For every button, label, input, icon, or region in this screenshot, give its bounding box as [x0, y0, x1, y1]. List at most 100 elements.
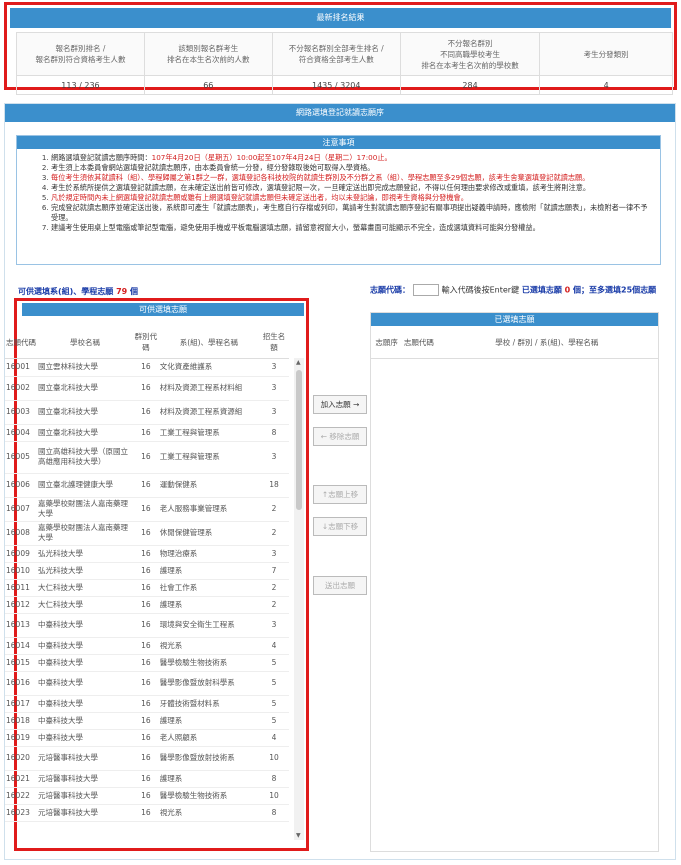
available-row[interactable]: 16012 大仁科技大學 16 護理系 2	[5, 596, 289, 614]
ranking-header-cell: 考生分發類別	[539, 32, 673, 76]
available-cell: 元培醫事科技大學	[37, 746, 134, 771]
available-cell: 5	[259, 671, 289, 696]
ranking-value-cell: 1435 / 3204	[271, 75, 401, 95]
available-cell: 大仁科技大學	[37, 596, 134, 614]
available-cell: 8	[259, 804, 289, 822]
available-cell: 7	[259, 562, 289, 580]
available-cell: 醫學檢驗生物技術系	[158, 654, 260, 672]
move-down-button[interactable]: ↓志願下移	[313, 517, 367, 536]
add-volunteer-button[interactable]: 加入志願 →	[313, 395, 367, 414]
list-scrollbar[interactable]: ▲ ▼	[294, 358, 304, 840]
notice-item: 考生於系統所提供之選填登記就讀志願，在未確定送出前皆可修改，選填登記限一次，一旦…	[51, 183, 654, 193]
available-cell: 嘉藥學校財團法人嘉南藥理大學	[37, 497, 134, 522]
available-row[interactable]: 16005 國立高雄科技大學（原國立高雄應用科技大學） 16 工業工程與管理系 3	[5, 441, 289, 474]
ranking-header-line: 不分報名群別	[447, 38, 493, 48]
available-cell: 中臺科技大學	[37, 712, 134, 730]
available-cell: 2	[259, 521, 289, 546]
available-cell: 16010	[5, 562, 38, 580]
available-cell: 16017	[5, 695, 38, 713]
scroll-down-icon[interactable]: ▼	[296, 832, 301, 839]
ranking-value-cell: 284	[399, 75, 541, 95]
available-cell: 3	[259, 358, 289, 377]
available-cell: 環境與安全衛生工程系	[158, 613, 260, 638]
available-cell: 老人服務事業管理系	[158, 497, 260, 522]
available-header-cell: 系(組)、學程名稱	[158, 326, 260, 359]
available-cell: 16	[133, 545, 159, 563]
scroll-up-icon[interactable]: ▲	[296, 359, 301, 366]
notice-highlight: 107年4月20日（星期五）10:00起至107年4月24日（星期二）17:00…	[151, 153, 392, 162]
available-row[interactable]: 16021 元培醫事科技大學 16 護理系 8	[5, 770, 289, 788]
available-cell: 16	[133, 729, 159, 747]
available-row[interactable]: 16004 國立臺北科技大學 16 工業工程與管理系 8	[5, 424, 289, 442]
available-cell: 5	[259, 695, 289, 713]
available-cell: 醫學影像暨放射技術系	[158, 746, 260, 771]
available-row[interactable]: 16003 國立臺北科技大學 16 材料及資源工程系資源組 3	[5, 400, 289, 425]
available-cell: 牙體技術暨材料系	[158, 695, 260, 713]
available-cell: 護理系	[158, 770, 260, 788]
available-row[interactable]: 16014 中臺科技大學 16 視光系 4	[5, 637, 289, 655]
available-cell: 16	[133, 376, 159, 401]
ranking-header-line: 排名在本生名次前的人數	[167, 55, 250, 64]
available-cell: 3	[259, 545, 289, 563]
available-cell: 16022	[5, 787, 38, 805]
available-cell: 國立雲林科技大學	[37, 358, 134, 377]
available-cell: 老人照顧系	[158, 729, 260, 747]
available-row[interactable]: 16006 國立臺北護理健康大學 16 運動保健系 18	[5, 473, 289, 498]
available-row[interactable]: 16011 大仁科技大學 16 社會工作系 2	[5, 579, 289, 597]
notice-item: 完成登記就讀志願序並確定送出後，系統即可產生「就讀志願表」，考生應自行存檔或列印…	[51, 203, 654, 223]
available-cell: 16	[133, 400, 159, 425]
available-cell: 16	[133, 358, 159, 377]
available-row[interactable]: 16002 國立臺北科技大學 16 材料及資源工程系材料組 3	[5, 376, 289, 401]
available-cell: 元培醫事科技大學	[37, 787, 134, 805]
available-cell: 大仁科技大學	[37, 579, 134, 597]
selected-suffix: 個；至多選填25個志願	[573, 285, 657, 295]
available-row[interactable]: 16015 中臺科技大學 16 醫學檢驗生物技術系 5	[5, 654, 289, 672]
available-row[interactable]: 16018 中臺科技大學 16 護理系 5	[5, 712, 289, 730]
available-cell: 16	[133, 596, 159, 614]
available-row[interactable]: 16007 嘉藥學校財團法人嘉南藥理大學 16 老人服務事業管理系 2	[5, 497, 289, 522]
available-cell: 弘光科技大學	[37, 562, 134, 580]
available-row[interactable]: 16016 中臺科技大學 16 醫學影像暨放射科學系 5	[5, 671, 289, 696]
ranking-header-line: 該類別報名群考生	[178, 44, 239, 53]
ranking-header-cell: 該類別報名群考生排名在本生名次前的人數	[143, 32, 273, 76]
available-row[interactable]: 16013 中臺科技大學 16 環境與安全衛生工程系 3	[5, 613, 289, 638]
submit-volunteer-button[interactable]: 送出志願	[313, 576, 367, 595]
available-cell: 16006	[5, 473, 38, 498]
available-row[interactable]: 16019 中臺科技大學 16 老人照顧系 4	[5, 729, 289, 747]
available-cell: 3	[259, 613, 289, 638]
available-cell: 16023	[5, 804, 38, 822]
available-cell: 10	[259, 746, 289, 771]
available-cell: 中臺科技大學	[37, 671, 134, 696]
ranking-header-line: 不分報名群別全部考生排名 /	[288, 44, 384, 53]
remove-volunteer-button[interactable]: ← 移除志願	[313, 427, 367, 446]
available-row[interactable]: 16020 元培醫事科技大學 16 醫學影像暨放射技術系 10	[5, 746, 289, 771]
available-row[interactable]: 16010 弘光科技大學 16 護理系 7	[5, 562, 289, 580]
panel-title: 網路選填登記就讀志願序	[5, 104, 675, 122]
code-input[interactable]	[412, 284, 439, 296]
scroll-thumb[interactable]	[296, 370, 302, 510]
available-row[interactable]: 16008 嘉藥學校財團法人嘉南藥理大學 16 休閒保健管理系 2	[5, 521, 289, 546]
selected-info: 志願代碼： 輸入代碼後按Enter鍵 已選填志願 0 個；至多選填25個志願	[370, 284, 660, 297]
available-cell: 16	[133, 695, 159, 713]
ranking-value-cell: 66	[143, 75, 273, 95]
available-row[interactable]: 16001 國立雲林科技大學 16 文化資產維護系 3	[5, 358, 289, 377]
available-cell: 16014	[5, 637, 38, 655]
available-list-table: 16001 國立雲林科技大學 16 文化資產維護系 3 16002 國立臺北科技大學 16 材料…	[5, 358, 289, 822]
available-cell: 中臺科技大學	[37, 695, 134, 713]
available-cell: 16019	[5, 729, 38, 747]
available-cell: 護理系	[158, 562, 260, 580]
available-row[interactable]: 16022 元培醫事科技大學 16 醫學檢驗生物技術系 10	[5, 787, 289, 805]
notice-box: 注意事項 網路選填登記就讀志願序時間：107年4月20日（星期五）10:00起至…	[16, 135, 661, 265]
available-cell: 16	[133, 579, 159, 597]
available-row[interactable]: 16023 元培醫事科技大學 16 視光系 8	[5, 804, 289, 822]
move-up-button[interactable]: ↑志願上移	[313, 485, 367, 504]
available-cell: 3	[259, 400, 289, 425]
available-count: 79	[116, 287, 128, 296]
available-cell: 16021	[5, 770, 38, 788]
ranking-header-cell: 不分報名群別全部考生排名 / 符合資格全部考生人數	[271, 32, 401, 76]
available-row[interactable]: 16009 弘光科技大學 16 物理治療系 3	[5, 545, 289, 563]
available-cell: 工業工程與管理系	[158, 424, 260, 442]
available-row[interactable]: 16017 中臺科技大學 16 牙體技術暨材料系 5	[5, 695, 289, 713]
available-cell: 16012	[5, 596, 38, 614]
selected-list-title: 已選填志願	[371, 313, 658, 326]
